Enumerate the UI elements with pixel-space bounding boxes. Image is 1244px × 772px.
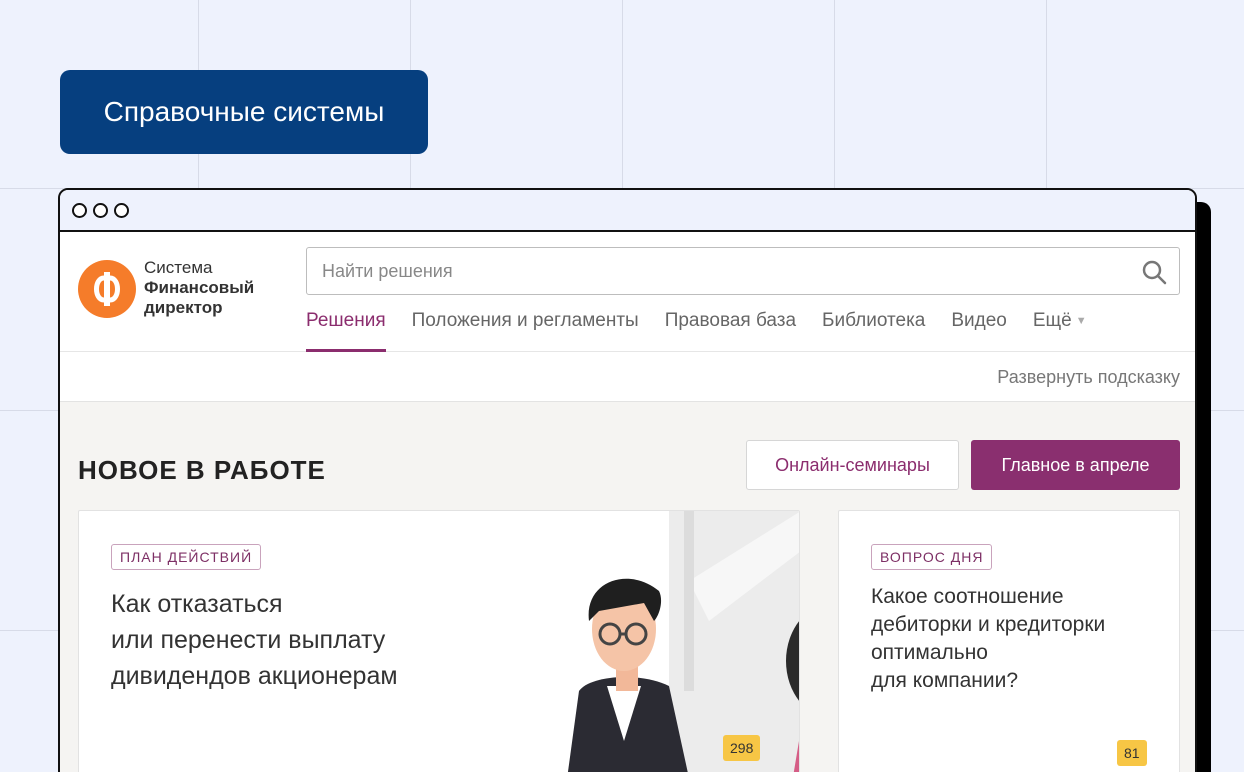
expand-hint-link[interactable]: Развернуть подсказку xyxy=(997,367,1180,388)
category-badge: Справочные системы xyxy=(60,70,428,154)
april-highlights-button[interactable]: Главное в апреле xyxy=(971,440,1180,490)
card-title: Как отказаться или перенести выплату див… xyxy=(111,586,398,694)
window-dot-icon xyxy=(93,202,108,218)
question-card[interactable]: ВОПРОС ДНЯ Какое соотношение дебиторки и… xyxy=(838,510,1180,772)
nav-item-library[interactable]: Библиотека xyxy=(822,310,925,352)
browser-window: Система Финансовый директор Найти решени… xyxy=(58,188,1197,772)
search-icon[interactable] xyxy=(1141,259,1167,285)
views-counter-badge: 298 xyxy=(723,735,761,761)
card-title: Какое соотношение дебиторки и кредиторки… xyxy=(871,583,1105,695)
chevron-down-icon: ▼ xyxy=(1075,314,1087,327)
nav-item-solutions[interactable]: Решения xyxy=(306,310,386,352)
search-placeholder: Найти решения xyxy=(322,260,453,281)
card-title-line: для компании? xyxy=(871,669,1019,692)
logo-text[interactable]: Система Финансовый директор xyxy=(144,258,254,318)
card-title-line: дебиторки и кредиторки xyxy=(871,613,1106,636)
views-counter-badge: 81 xyxy=(1117,740,1147,766)
nav-item-regulations[interactable]: Положения и регламенты xyxy=(412,310,639,352)
nav-more-label: Ещё xyxy=(1032,310,1072,331)
window-dot-icon xyxy=(72,202,87,218)
nav-item-video[interactable]: Видео xyxy=(951,310,1007,352)
window-titlebar xyxy=(60,190,1195,232)
nav-item-more[interactable]: Ещё ▼ xyxy=(1033,310,1087,352)
card-title-line: Как отказаться xyxy=(111,590,283,618)
card-title-line: оптимально xyxy=(871,641,988,664)
card-title-line: Какое соотношение xyxy=(871,585,1064,608)
site-header: Система Финансовый директор Найти решени… xyxy=(60,232,1195,352)
card-tag: ВОПРОС ДНЯ xyxy=(871,544,993,570)
hint-bar: Развернуть подсказку xyxy=(60,352,1195,402)
section-title: НОВОЕ В РАБОТЕ xyxy=(78,455,326,485)
window-dot-icon xyxy=(114,202,129,218)
logo-line3: директор xyxy=(144,298,223,317)
main-nav: Решения Положения и регламенты Правовая … xyxy=(306,310,1087,352)
online-seminars-button[interactable]: Онлайн-семинары xyxy=(746,440,959,490)
card-tag: ПЛАН ДЕЙСТВИЙ xyxy=(111,544,262,570)
people-illustration xyxy=(567,511,799,772)
logo-line2: Финансовый xyxy=(144,278,255,297)
card-title-line: или перенести выплату xyxy=(111,626,386,654)
logo-line1: Система xyxy=(144,258,213,277)
nav-item-legal-base[interactable]: Правовая база xyxy=(665,310,796,352)
article-card[interactable]: ПЛАН ДЕЙСТВИЙ Как отказаться или перенес… xyxy=(78,510,800,772)
search-input[interactable]: Найти решения xyxy=(306,247,1180,295)
card-title-line: дивидендов акционерам xyxy=(111,662,398,690)
fd-logo-icon[interactable] xyxy=(78,260,136,318)
